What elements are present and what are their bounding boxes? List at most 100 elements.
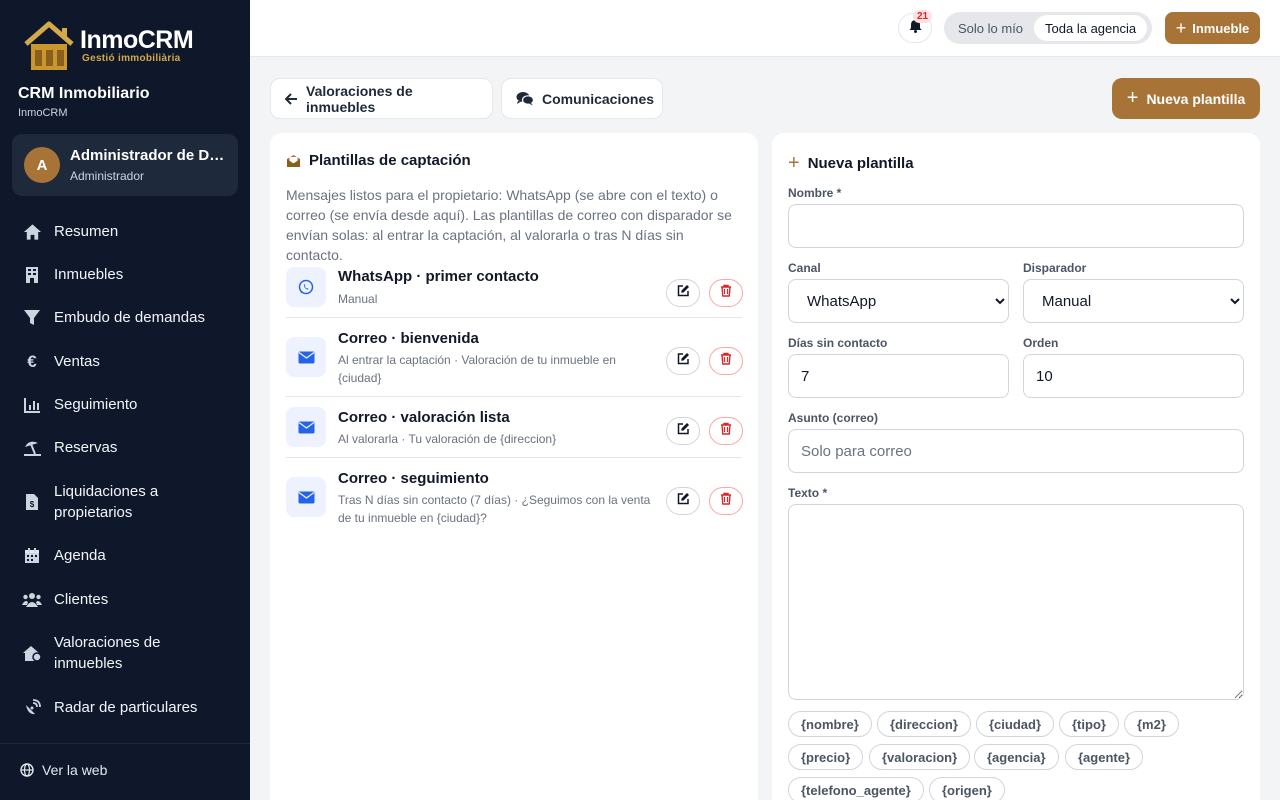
home-icon	[22, 222, 42, 242]
list-item[interactable]: WhatsApp · primer contacto Manual	[286, 264, 743, 318]
scope-option-mine[interactable]: Solo lo mío	[947, 15, 1034, 41]
sidebar-item-clientes[interactable]: Clientes	[22, 589, 108, 610]
sidebar-item-inmuebles[interactable]: Inmuebles	[22, 264, 123, 285]
logo-tagline: Gestió immobiliària	[82, 52, 181, 64]
subject-field[interactable]	[788, 429, 1244, 473]
user-name: Administrador de De...	[70, 147, 228, 164]
view-website-label: Ver la web	[42, 762, 108, 778]
sidebar-item-radar[interactable]: Radar de particulares	[22, 697, 197, 718]
sidebar-item-seguimiento[interactable]: Seguimiento	[22, 394, 137, 415]
trigger-label: Disparador	[1023, 261, 1087, 275]
house-value-icon	[22, 643, 42, 663]
edit-button[interactable]	[666, 487, 700, 515]
crm-title: CRM Inmobiliario	[18, 85, 150, 102]
sidebar-item-ventas[interactable]: € Ventas	[22, 351, 100, 372]
new-property-button[interactable]: + Inmueble	[1165, 12, 1260, 44]
trash-icon	[720, 284, 732, 302]
logo[interactable]: InmoCRM Gestió immobiliària	[20, 18, 194, 72]
list-item[interactable]: Correo · bienvenida Al entrar la captaci…	[286, 318, 743, 397]
name-label: Nombre *	[788, 186, 842, 200]
logo-name: InmoCRM	[80, 25, 194, 54]
name-field[interactable]	[788, 204, 1244, 248]
delete-button[interactable]	[709, 279, 743, 307]
sidebar-item-valoraciones[interactable]: Valoraciones de inmuebles	[22, 632, 222, 674]
variable-chip[interactable]: {telefono_agente}	[788, 777, 924, 800]
edit-button[interactable]	[666, 279, 700, 307]
variable-chip[interactable]: {precio}	[788, 744, 864, 770]
templates-description: Mensajes listos para el propietario: Wha…	[286, 187, 732, 263]
template-meta: Tras N días sin contacto (7 días) · ¿Seg…	[338, 493, 651, 525]
channel-select[interactable]: WhatsApp	[788, 279, 1009, 323]
delete-button[interactable]	[709, 347, 743, 375]
order-label: Orden	[1023, 336, 1059, 350]
template-name: Correo · bienvenida	[338, 330, 479, 347]
back-to-valuations-button[interactable]: Valoraciones de inmuebles	[270, 78, 493, 119]
templates-panel-title: Plantillas de captación	[286, 152, 471, 169]
plus-icon: +	[788, 152, 800, 174]
avatar: A	[24, 147, 60, 183]
text-field[interactable]	[788, 504, 1244, 700]
whatsapp-icon	[286, 267, 326, 307]
variable-chip[interactable]: {origen}	[929, 777, 1005, 800]
sidebar-item-label: Ventas	[54, 353, 100, 370]
edit-button[interactable]	[666, 417, 700, 445]
funnel-icon	[22, 308, 42, 328]
variable-chip[interactable]: {nombre}	[788, 711, 872, 737]
variable-chip[interactable]: {agencia}	[974, 744, 1059, 770]
order-field[interactable]	[1023, 354, 1244, 398]
users-icon	[22, 590, 42, 610]
sidebar-item-label: Inmuebles	[54, 266, 124, 283]
notifications-badge: 21	[913, 10, 933, 23]
template-name: WhatsApp · primer contacto	[338, 268, 539, 285]
sidebar-item-embudo[interactable]: Embudo de demandas	[22, 307, 205, 328]
edit-icon	[677, 284, 690, 302]
subject-label: Asunto (correo)	[788, 411, 878, 425]
variable-chip[interactable]: {tipo}	[1059, 711, 1119, 737]
edit-icon	[677, 422, 690, 440]
building-icon	[22, 265, 42, 285]
plus-icon: +	[1175, 17, 1187, 38]
sidebar-item-liquidaciones[interactable]: $ Liquidaciones a propietarios	[22, 481, 222, 523]
sidebar-item-label: Valoraciones de inmuebles	[54, 634, 161, 672]
days-field[interactable]	[788, 354, 1009, 398]
form-title-text: Nueva plantilla	[807, 155, 914, 172]
edit-button[interactable]	[666, 347, 700, 375]
variable-chip[interactable]: {m2}	[1124, 711, 1179, 737]
mail-icon	[286, 407, 326, 447]
sidebar-item-agenda[interactable]: Agenda	[22, 545, 106, 566]
variable-chip[interactable]: {direccion}	[877, 711, 971, 737]
new-template-button[interactable]: + Nueva plantilla	[1112, 78, 1260, 119]
templates-panel: Plantillas de captación Mensajes listos …	[270, 133, 758, 800]
scope-toggle: Solo lo mío Toda la agencia	[944, 12, 1152, 44]
variable-chip[interactable]: {agente}	[1065, 744, 1144, 770]
template-name: Correo · seguimiento	[338, 470, 489, 487]
sidebar-item-resumen[interactable]: Resumen	[22, 221, 118, 242]
sidebar-item-reservas[interactable]: Reservas	[22, 437, 117, 458]
template-meta: Al entrar la captación · Valoración de t…	[338, 353, 616, 385]
variable-chip[interactable]: {valoracion}	[869, 744, 971, 770]
view-website-link[interactable]: Ver la web	[20, 762, 107, 778]
template-meta: Al valorarla · Tu valoración de {direcci…	[338, 432, 557, 446]
delete-button[interactable]	[709, 417, 743, 445]
delete-button[interactable]	[709, 487, 743, 515]
form-title: + Nueva plantilla	[788, 152, 914, 175]
sidebar-item-label: Clientes	[54, 591, 109, 608]
user-card[interactable]: A Administrador de De... Administrador	[12, 134, 238, 196]
mail-icon	[286, 337, 326, 377]
user-role: Administrador	[70, 169, 145, 183]
plus-icon: +	[1126, 87, 1139, 109]
trigger-select[interactable]: Manual	[1023, 279, 1244, 323]
list-item[interactable]: Correo · valoración lista Al valorarla ·…	[286, 397, 743, 458]
sidebar-item-label: Embudo de demandas	[54, 309, 205, 326]
template-meta: Manual	[338, 292, 378, 306]
sidebar-item-label: Liquidaciones a propietarios	[54, 483, 159, 521]
communications-button[interactable]: Comunicaciones	[501, 78, 663, 119]
new-property-label: Inmueble	[1192, 20, 1250, 36]
bar-chart-icon	[22, 395, 42, 415]
variable-chip[interactable]: {ciudad}	[976, 711, 1055, 737]
sidebar-item-label: Radar de particulares	[54, 699, 198, 716]
chat-bubbles-icon	[516, 91, 534, 106]
logo-house-icon	[24, 21, 74, 70]
scope-option-agency[interactable]: Toda la agencia	[1034, 15, 1148, 41]
list-item[interactable]: Correo · seguimiento Tras N días sin con…	[286, 458, 743, 538]
